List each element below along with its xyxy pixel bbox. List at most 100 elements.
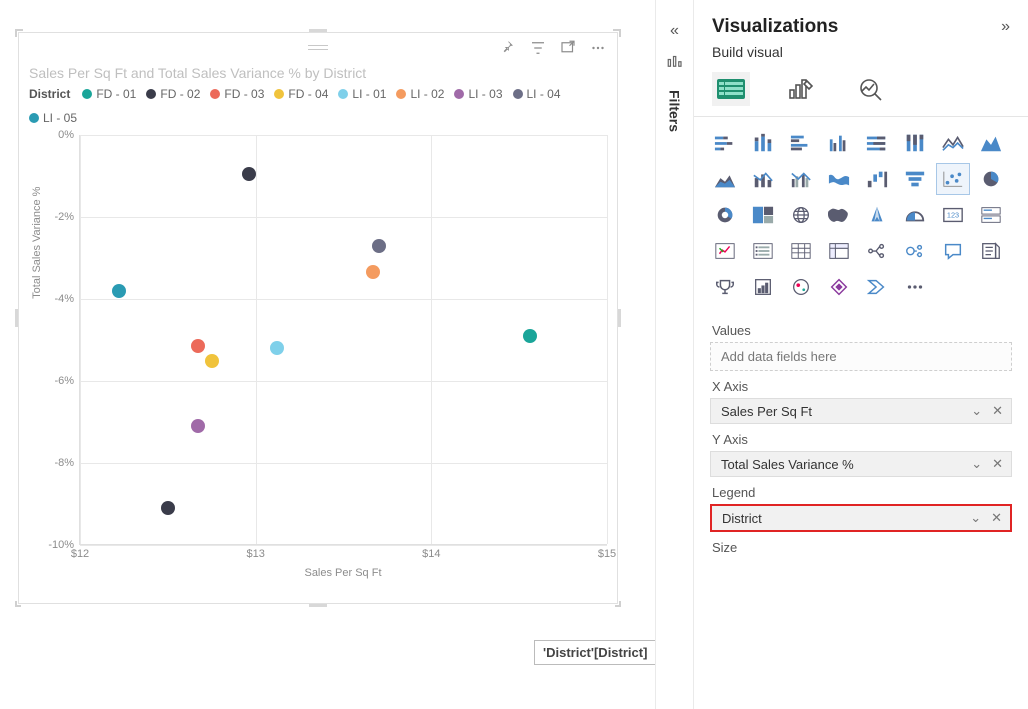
y-tick-label: -2% xyxy=(54,211,74,223)
scatter-chart-icon[interactable] xyxy=(936,163,970,195)
ribbon-chart-icon[interactable] xyxy=(822,163,856,195)
treemap-icon[interactable] xyxy=(746,199,780,231)
chevron-down-icon[interactable]: ⌄ xyxy=(969,456,984,472)
svg-text:123: 123 xyxy=(947,211,959,220)
focus-mode-icon[interactable] xyxy=(559,39,577,57)
100-stacked-column-chart-icon[interactable] xyxy=(898,127,932,159)
donut-chart-icon[interactable] xyxy=(708,199,742,231)
clustered-column-chart-icon[interactable] xyxy=(822,127,856,159)
legend-item-label: FD - 01 xyxy=(96,87,136,101)
legend-item[interactable]: FD - 01 xyxy=(82,87,136,101)
values-field-well[interactable]: Add data fields here xyxy=(710,342,1012,371)
powerautomate-icon[interactable] xyxy=(860,271,894,303)
scatter-point[interactable] xyxy=(191,419,205,433)
matrix-icon[interactable] xyxy=(822,235,856,267)
qa-visual-icon[interactable] xyxy=(936,235,970,267)
remove-field-icon[interactable]: ✕ xyxy=(990,403,1005,419)
xaxis-field-pill[interactable]: Sales Per Sq Ft ⌄ ✕ xyxy=(710,398,1012,424)
kpi-icon[interactable] xyxy=(708,235,742,267)
stacked-bar-chart-icon[interactable] xyxy=(708,127,742,159)
map-icon[interactable] xyxy=(784,199,818,231)
legend-item[interactable]: FD - 03 xyxy=(210,87,264,101)
legend-item-label: FD - 04 xyxy=(288,87,328,101)
scatter-point[interactable] xyxy=(372,239,386,253)
remove-field-icon[interactable]: ✕ xyxy=(989,510,1004,526)
visualizations-title: Visualizations xyxy=(712,16,838,38)
filters-label: Filters xyxy=(667,90,683,132)
multi-row-card-icon[interactable] xyxy=(974,199,1008,231)
goals-icon[interactable] xyxy=(708,271,742,303)
analytics-tab[interactable] xyxy=(852,72,890,106)
clustered-bar-chart-icon[interactable] xyxy=(784,127,818,159)
pin-icon[interactable] xyxy=(499,39,517,57)
powerapps-icon[interactable] xyxy=(822,271,856,303)
pie-chart-icon[interactable] xyxy=(974,163,1008,195)
visual-drag-handle[interactable] xyxy=(308,45,328,51)
remove-field-icon[interactable]: ✕ xyxy=(990,456,1005,472)
filters-pane-collapsed[interactable]: « Filters xyxy=(655,0,693,709)
scatter-point[interactable] xyxy=(523,329,537,343)
stacked-area-chart-icon[interactable] xyxy=(708,163,742,195)
table-icon[interactable] xyxy=(784,235,818,267)
scatter-point[interactable] xyxy=(112,284,126,298)
chevron-down-icon[interactable]: ⌄ xyxy=(968,510,983,526)
line-clustered-column-chart-icon[interactable] xyxy=(784,163,818,195)
legend-item[interactable]: LI - 04 xyxy=(513,87,561,101)
more-visuals-icon[interactable] xyxy=(898,271,932,303)
gauge-icon[interactable] xyxy=(898,199,932,231)
collapse-viz-icon[interactable]: » xyxy=(1001,18,1010,36)
line-stacked-column-chart-icon[interactable] xyxy=(746,163,780,195)
build-visual-tab[interactable] xyxy=(712,72,750,106)
more-options-icon[interactable] xyxy=(589,39,607,57)
legend-item[interactable]: LI - 02 xyxy=(396,87,444,101)
legend-swatch xyxy=(338,89,348,99)
x-tick-label: $13 xyxy=(246,548,264,560)
y-axis-label: Total Sales Variance % xyxy=(31,187,43,299)
legend-item-label: LI - 03 xyxy=(468,87,502,101)
chart-title: Sales Per Sq Ft and Total Sales Variance… xyxy=(19,63,617,85)
legend-field-pill[interactable]: District ⌄ ✕ xyxy=(710,504,1012,532)
scatter-point[interactable] xyxy=(191,339,205,353)
scatter-point[interactable] xyxy=(161,501,175,515)
chevron-down-icon[interactable]: ⌄ xyxy=(969,403,984,419)
legend-item-label: LI - 01 xyxy=(352,87,386,101)
legend-item[interactable]: LI - 03 xyxy=(454,87,502,101)
yaxis-field-pill[interactable]: Total Sales Variance % ⌄ ✕ xyxy=(710,451,1012,477)
legend-item-label: FD - 02 xyxy=(160,87,200,101)
legend-item[interactable]: FD - 02 xyxy=(146,87,200,101)
slicer-icon[interactable] xyxy=(746,235,780,267)
100-stacked-bar-chart-icon[interactable] xyxy=(860,127,894,159)
waterfall-chart-icon[interactable] xyxy=(860,163,894,195)
legend-field-name: District xyxy=(722,511,762,526)
scatter-point[interactable] xyxy=(205,354,219,368)
narrative-icon[interactable] xyxy=(974,235,1008,267)
scatter-plot-area[interactable]: 0%-2%-4%-6%-8%-10%$12$13$14$15 xyxy=(79,135,607,545)
paginated-report-icon[interactable] xyxy=(746,271,780,303)
area-chart-icon[interactable] xyxy=(974,127,1008,159)
funnel-chart-icon[interactable] xyxy=(898,163,932,195)
legend-swatch xyxy=(454,89,464,99)
chart-legend: District FD - 01FD - 02FD - 03FD - 04LI … xyxy=(19,85,617,131)
visualization-type-gallery: 123 xyxy=(694,117,1028,307)
expand-filters-icon[interactable]: « xyxy=(670,22,679,40)
legend-item[interactable]: LI - 05 xyxy=(29,111,77,125)
scatter-point[interactable] xyxy=(242,167,256,181)
legend-item-label: LI - 05 xyxy=(43,111,77,125)
scatter-point[interactable] xyxy=(366,265,380,279)
legend-item[interactable]: FD - 04 xyxy=(274,87,328,101)
filter-icon[interactable] xyxy=(529,39,547,57)
card-icon[interactable]: 123 xyxy=(936,199,970,231)
azure-map-icon[interactable] xyxy=(860,199,894,231)
decomposition-tree-icon[interactable] xyxy=(860,235,894,267)
stacked-column-chart-icon[interactable] xyxy=(746,127,780,159)
key-influencers-icon[interactable] xyxy=(898,235,932,267)
scatter-point[interactable] xyxy=(270,341,284,355)
legend-well-label: Legend xyxy=(712,485,1010,500)
legend-item[interactable]: LI - 01 xyxy=(338,87,386,101)
chart-visual-container[interactable]: Sales Per Sq Ft and Total Sales Variance… xyxy=(18,32,618,604)
y-tick-label: -8% xyxy=(54,457,74,469)
arcgis-map-icon[interactable] xyxy=(784,271,818,303)
filled-map-icon[interactable] xyxy=(822,199,856,231)
format-visual-tab[interactable] xyxy=(782,72,820,106)
line-chart-icon[interactable] xyxy=(936,127,970,159)
